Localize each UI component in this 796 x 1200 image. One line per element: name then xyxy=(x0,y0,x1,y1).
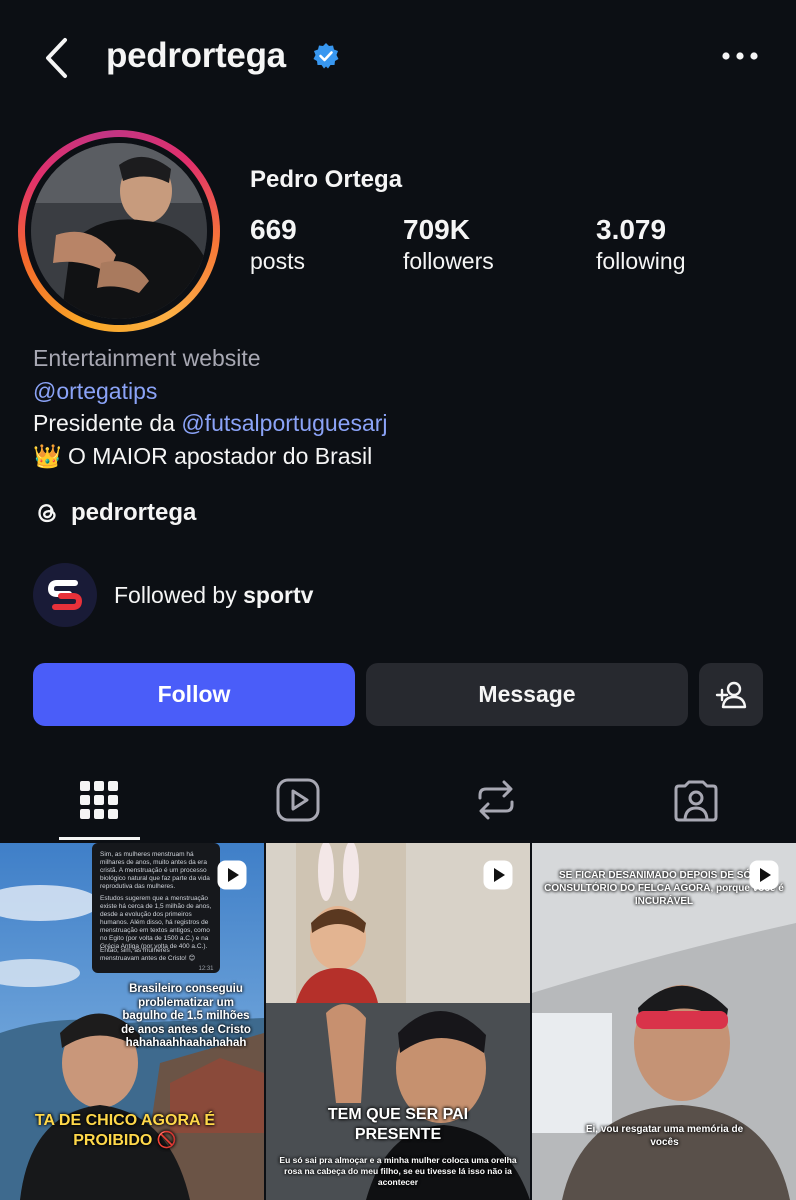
tab-grid[interactable] xyxy=(59,760,139,840)
stat-value: 3.079 xyxy=(596,214,667,245)
profile-username: pedrortega xyxy=(106,36,286,75)
threads-handle: pedrortega xyxy=(71,499,197,526)
stat-followers[interactable]: 709K followers xyxy=(403,214,494,275)
posts-grid: Sim, as mulheres menstruam há milhares d… xyxy=(0,843,796,1200)
more-horizontal-icon xyxy=(722,52,758,60)
post-tile-1[interactable]: Sim, as mulheres menstruam há milhares d… xyxy=(0,843,264,1200)
story-ring[interactable] xyxy=(18,130,220,332)
post-tile-2[interactable]: TEM QUE SER PAI PRESENTE Eu só sai pra a… xyxy=(266,843,530,1200)
tagged-icon xyxy=(674,780,718,822)
bio-line-presidente: Presidente da @futsalportuguesarj xyxy=(33,407,388,440)
reels-icon xyxy=(276,778,320,822)
bio-text: O MAIOR apostador do Brasil xyxy=(61,442,373,469)
followed-account: sportv xyxy=(243,581,314,608)
threads-icon xyxy=(38,504,56,523)
reel-badge-icon xyxy=(749,860,779,890)
chat-text-3: Então, sim, as mulheres menstruavam ante… xyxy=(100,947,196,962)
sportv-logo-icon xyxy=(47,580,83,610)
stat-value: 669 xyxy=(250,214,297,245)
bio-text: Presidente da xyxy=(33,410,182,436)
profile-bio: Entertainment website @ortegatips Presid… xyxy=(33,342,388,472)
stat-following[interactable]: 3.079 following xyxy=(596,214,686,275)
chat-time: 12:31 xyxy=(198,966,214,972)
chat-text-2: Estudos sugerem que a menstruação existe… xyxy=(100,895,212,950)
suggested-users-button[interactable] xyxy=(699,663,763,726)
post-thumbnail xyxy=(266,843,530,1200)
bio-line-apostador: 👑 O MAIOR apostador do Brasil xyxy=(33,440,388,473)
profile-full-name: Pedro Ortega xyxy=(250,166,403,193)
chevron-left-icon xyxy=(46,38,67,78)
post-caption-big: TA DE CHICO AGORA É PROIBIDO 🚫 xyxy=(34,1112,216,1149)
post-tile-3[interactable]: SE FICAR DESANIMADO DEPOIS DE SÓ NO CONS… xyxy=(532,843,796,1200)
reel-badge-icon xyxy=(217,860,247,890)
threads-link[interactable]: pedrortega xyxy=(33,499,196,527)
tab-reposts[interactable] xyxy=(456,760,536,840)
follow-button[interactable]: Follow xyxy=(33,663,355,726)
bio-link-ortegatips[interactable]: @ortegatips xyxy=(33,375,388,408)
profile-avatar[interactable] xyxy=(31,143,207,319)
sportv-avatar xyxy=(33,563,97,627)
tab-tagged[interactable] xyxy=(656,760,736,840)
post-caption-small: Ei, vou resgatar uma memória de vocês xyxy=(585,1124,744,1148)
stat-posts[interactable]: 669 posts xyxy=(250,214,305,275)
crown-emoji: 👑 xyxy=(33,442,62,469)
active-tab-indicator xyxy=(59,837,140,840)
post-caption-small: Eu só sai pra almoçar e a minha mulher c… xyxy=(279,1155,517,1187)
post-caption-big: TEM QUE SER PAI PRESENTE xyxy=(327,1106,469,1143)
avatar-photo xyxy=(31,143,207,319)
add-user-icon xyxy=(715,681,747,708)
stat-label: posts xyxy=(250,248,305,274)
followed-by[interactable]: Followed by sportv xyxy=(33,563,313,627)
back-button[interactable] xyxy=(38,34,78,82)
verified-badge-icon xyxy=(313,43,339,69)
bio-link-futsal[interactable]: @futsalportuguesarj xyxy=(181,410,387,436)
post-caption-mid: Brasileiro conseguiu problematizar um ba… xyxy=(121,983,251,1049)
reel-badge-icon xyxy=(483,860,513,890)
stat-label: followers xyxy=(403,248,494,274)
followed-prefix: Followed by xyxy=(114,581,244,608)
stat-label: following xyxy=(596,248,686,274)
top-bar: pedrortega xyxy=(0,0,796,115)
grid-icon xyxy=(80,781,118,819)
more-options-button[interactable] xyxy=(718,44,762,68)
message-button[interactable]: Message xyxy=(366,663,688,726)
bio-category: Entertainment website xyxy=(33,345,261,371)
repost-icon xyxy=(478,780,514,820)
chat-text-1: Sim, as mulheres menstruam há milhares d… xyxy=(100,851,210,890)
profile-tabs xyxy=(0,760,796,840)
stat-value: 709K xyxy=(403,214,470,245)
tab-reels[interactable] xyxy=(258,760,338,840)
followed-by-text: Followed by sportv xyxy=(114,582,313,609)
